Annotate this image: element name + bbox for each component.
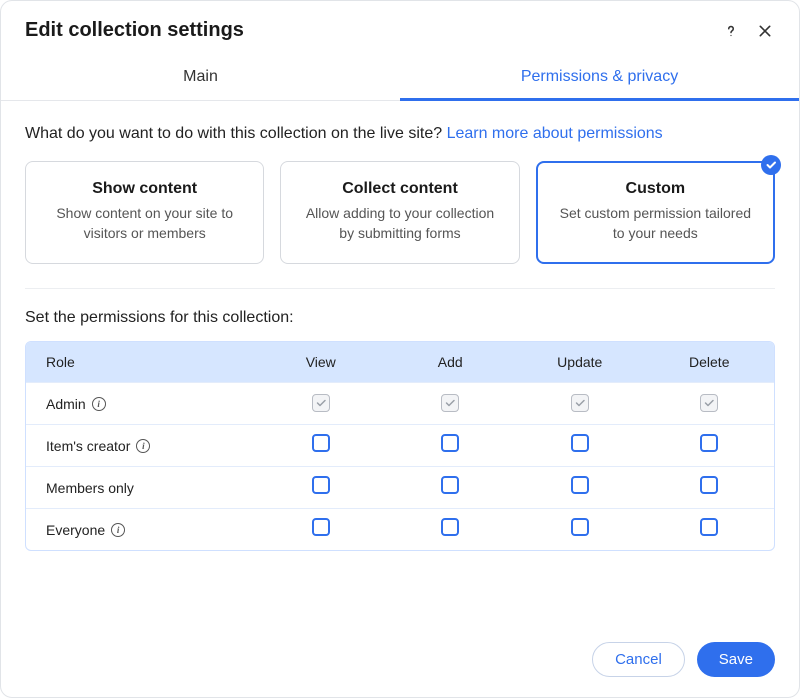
info-icon[interactable]: i xyxy=(136,439,150,453)
role-label: Admin xyxy=(46,396,86,412)
permission-mode-cards: Show content Show content on your site t… xyxy=(25,161,775,264)
tabs: Main Permissions & privacy xyxy=(1,54,799,101)
card-desc: Allow adding to your collection by submi… xyxy=(297,204,502,243)
checkbox-admin-add xyxy=(441,394,459,412)
edit-collection-modal: Edit collection settings Main Permission… xyxy=(0,0,800,698)
checkbox-members-delete[interactable] xyxy=(700,476,718,494)
modal-title: Edit collection settings xyxy=(25,19,721,42)
card-collect-content[interactable]: Collect content Allow adding to your col… xyxy=(280,161,519,264)
col-add-header: Add xyxy=(386,354,516,370)
table-row-everyone: Everyone i xyxy=(26,508,774,550)
card-show-content[interactable]: Show content Show content on your site t… xyxy=(25,161,264,264)
cancel-button[interactable]: Cancel xyxy=(592,642,685,677)
checkbox-creator-update[interactable] xyxy=(571,434,589,452)
card-title: Collect content xyxy=(297,180,502,198)
header-actions xyxy=(721,21,775,41)
role-label: Everyone xyxy=(46,522,105,538)
question-row: What do you want to do with this collect… xyxy=(25,125,775,143)
checkbox-everyone-view[interactable] xyxy=(312,518,330,536)
role-cell: Admin i xyxy=(26,396,256,412)
col-update-header: Update xyxy=(515,354,645,370)
checkbox-admin-delete xyxy=(700,394,718,412)
checkbox-members-add[interactable] xyxy=(441,476,459,494)
role-cell: Members only xyxy=(26,480,256,496)
checkbox-members-view[interactable] xyxy=(312,476,330,494)
checkbox-everyone-delete[interactable] xyxy=(700,518,718,536)
col-view-header: View xyxy=(256,354,386,370)
selected-check-icon xyxy=(761,155,781,175)
tab-content: What do you want to do with this collect… xyxy=(1,101,799,626)
table-header: Role View Add Update Delete xyxy=(26,342,774,382)
save-button[interactable]: Save xyxy=(697,642,775,677)
modal-header: Edit collection settings xyxy=(1,1,799,54)
role-label: Item's creator xyxy=(46,438,130,454)
checkbox-members-update[interactable] xyxy=(571,476,589,494)
question-text: What do you want to do with this collect… xyxy=(25,125,447,142)
card-title: Show content xyxy=(42,180,247,198)
table-row-creator: Item's creator i xyxy=(26,424,774,466)
role-label: Members only xyxy=(46,480,134,496)
help-icon[interactable] xyxy=(721,21,741,41)
permissions-table: Role View Add Update Delete Admin i Item… xyxy=(25,341,775,551)
role-cell: Everyone i xyxy=(26,522,256,538)
card-desc: Show content on your site to visitors or… xyxy=(42,204,247,243)
col-delete-header: Delete xyxy=(645,354,775,370)
learn-more-link[interactable]: Learn more about permissions xyxy=(447,125,663,142)
checkbox-creator-delete[interactable] xyxy=(700,434,718,452)
checkbox-admin-update xyxy=(571,394,589,412)
divider xyxy=(25,288,775,289)
table-row-admin: Admin i xyxy=(26,382,774,424)
role-cell: Item's creator i xyxy=(26,438,256,454)
checkbox-everyone-update[interactable] xyxy=(571,518,589,536)
tab-permissions[interactable]: Permissions & privacy xyxy=(400,54,799,100)
checkbox-creator-add[interactable] xyxy=(441,434,459,452)
info-icon[interactable]: i xyxy=(111,523,125,537)
tab-main[interactable]: Main xyxy=(1,54,400,100)
permissions-section-title: Set the permissions for this collection: xyxy=(25,309,775,327)
card-custom[interactable]: Custom Set custom permission tailored to… xyxy=(536,161,775,264)
checkbox-creator-view[interactable] xyxy=(312,434,330,452)
card-desc: Set custom permission tailored to your n… xyxy=(553,204,758,243)
col-role-header: Role xyxy=(26,354,256,370)
card-title: Custom xyxy=(553,180,758,198)
checkbox-admin-view xyxy=(312,394,330,412)
checkbox-everyone-add[interactable] xyxy=(441,518,459,536)
modal-footer: Cancel Save xyxy=(1,626,799,697)
close-icon[interactable] xyxy=(755,21,775,41)
info-icon[interactable]: i xyxy=(92,397,106,411)
table-row-members: Members only xyxy=(26,466,774,508)
